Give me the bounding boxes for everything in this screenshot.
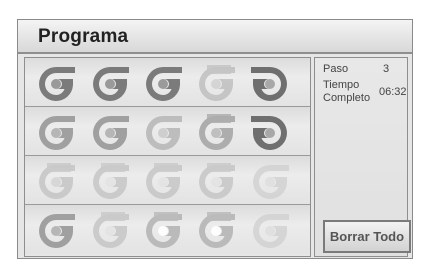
program-piece-icon[interactable] <box>35 211 77 249</box>
time-value: 06:32 <box>379 86 407 98</box>
program-piece-icon[interactable] <box>89 113 131 151</box>
program-piece-icon[interactable] <box>35 162 77 200</box>
program-piece-icon[interactable] <box>195 64 237 102</box>
program-piece-icon[interactable] <box>249 64 291 102</box>
step-label: Paso <box>323 63 349 75</box>
clear-all-button[interactable]: Borrar Todo <box>323 220 411 253</box>
info-panel: Paso 3 Tiempo Completo 06:32 Borrar Todo <box>314 57 411 257</box>
step-value: 3 <box>383 63 390 75</box>
grid-row <box>25 156 310 205</box>
program-screen: Programa Paso 3 Tiempo Completo 06:32 Bo… <box>17 19 413 259</box>
title-bar: Programa <box>18 20 412 54</box>
program-piece-icon[interactable] <box>89 162 131 200</box>
program-piece-icon[interactable] <box>195 211 237 249</box>
program-piece-icon[interactable] <box>35 113 77 151</box>
grid-row <box>25 107 310 156</box>
program-piece-icon[interactable] <box>142 211 184 249</box>
page-title: Programa <box>38 26 129 47</box>
program-piece-icon[interactable] <box>89 64 131 102</box>
program-piece-icon[interactable] <box>195 162 237 200</box>
program-piece-icon[interactable] <box>195 113 237 151</box>
program-piece-icon[interactable] <box>89 211 131 249</box>
program-piece-icon[interactable] <box>249 113 291 151</box>
time-label-line2: Completo <box>323 92 371 104</box>
grid-row <box>25 205 310 254</box>
grid-row <box>25 58 310 107</box>
program-piece-icon[interactable] <box>142 113 184 151</box>
program-piece-icon[interactable] <box>142 64 184 102</box>
program-piece-icon[interactable] <box>249 162 291 200</box>
program-piece-icon[interactable] <box>142 162 184 200</box>
program-piece-icon[interactable] <box>249 211 291 249</box>
time-label-line1: Tiempo <box>323 79 360 91</box>
program-grid <box>24 57 311 257</box>
program-piece-icon[interactable] <box>35 64 77 102</box>
